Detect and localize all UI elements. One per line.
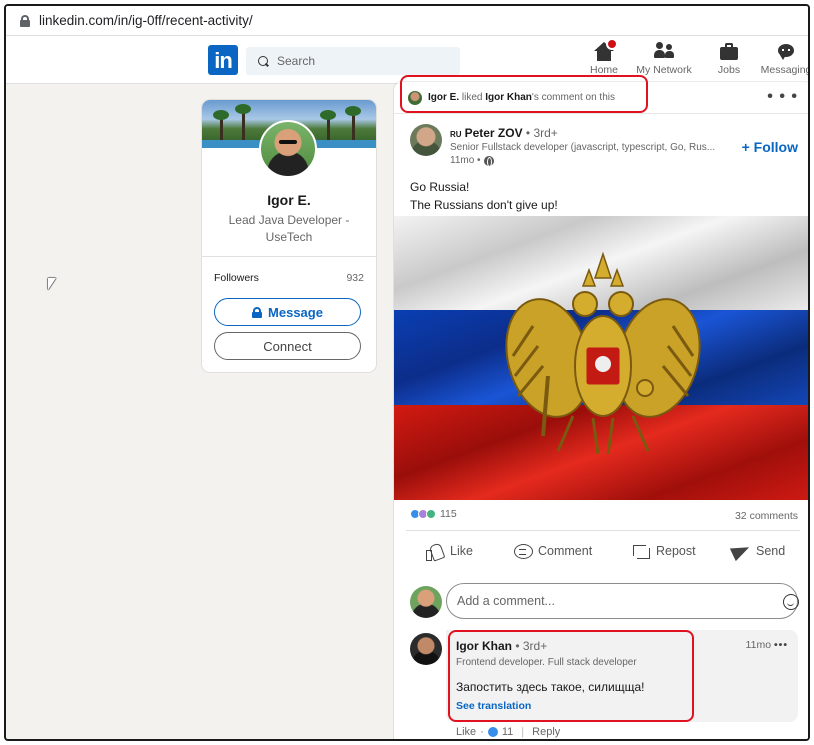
comment-more-icon[interactable]: ••• bbox=[774, 639, 788, 651]
profile-card: Igor E. Lead Java Developer - UseTech Fo… bbox=[202, 100, 376, 372]
lock-icon bbox=[252, 306, 263, 318]
send-label: Send bbox=[756, 544, 786, 558]
comment-icon bbox=[514, 542, 533, 560]
more-options-icon[interactable]: • • • bbox=[767, 88, 798, 106]
comment-like-button[interactable]: Like bbox=[456, 726, 476, 738]
profile-avatar[interactable] bbox=[259, 120, 317, 178]
followers-count: 932 bbox=[346, 272, 364, 284]
thumbs-up-icon bbox=[426, 542, 444, 561]
url-text[interactable]: linkedin.com/in/ig-0ff/recent-activity/ bbox=[39, 13, 253, 28]
comment-reply-button[interactable]: Reply bbox=[532, 726, 560, 738]
repost-button[interactable]: Repost bbox=[632, 542, 696, 560]
comments-count[interactable]: 32 comments bbox=[735, 510, 798, 522]
browser-window: linkedin.com/in/ig-0ff/recent-activity/ … bbox=[4, 4, 810, 741]
search-placeholder: Search bbox=[277, 54, 316, 68]
like-button[interactable]: Like bbox=[426, 542, 473, 561]
author-name[interactable]: Peter ZOV bbox=[465, 126, 523, 140]
notification-badge bbox=[606, 38, 618, 50]
comment-likes-count[interactable]: 11 bbox=[502, 726, 513, 738]
post-image[interactable] bbox=[394, 216, 808, 500]
separator-dot: · bbox=[480, 726, 484, 738]
nav-messaging[interactable]: Messaging bbox=[758, 42, 810, 76]
linkedin-logo-icon[interactable]: in bbox=[208, 45, 238, 75]
comment-label: Comment bbox=[538, 544, 593, 558]
annotation-box bbox=[448, 630, 694, 722]
address-bar[interactable]: linkedin.com/in/ig-0ff/recent-activity/ bbox=[6, 6, 808, 36]
comment-actions: Like · 11 | Reply bbox=[456, 726, 560, 738]
profile-name[interactable]: Igor E. bbox=[202, 192, 376, 208]
post-stats: 115 32 comments bbox=[394, 506, 808, 528]
reactions-count: 115 bbox=[440, 508, 457, 520]
divider bbox=[406, 530, 800, 531]
home-icon bbox=[593, 38, 618, 62]
like-label: Like bbox=[450, 544, 473, 558]
message-button[interactable]: Message bbox=[214, 298, 361, 326]
post-text-line: Go Russia! bbox=[410, 180, 470, 194]
network-icon bbox=[653, 42, 675, 62]
celebrate-reaction-icon bbox=[426, 509, 436, 519]
briefcase-icon bbox=[719, 42, 739, 62]
comment-time: 11mo ••• bbox=[746, 639, 788, 651]
post-time: 11mo • bbox=[450, 155, 494, 167]
nav-jobs-label: Jobs bbox=[717, 64, 741, 76]
search-input[interactable]: Search bbox=[246, 47, 460, 75]
like-reaction-icon bbox=[487, 727, 498, 737]
reactions-summary[interactable]: 115 bbox=[410, 508, 457, 520]
author-degree: • 3rd+ bbox=[522, 126, 558, 140]
flag-icon: RU bbox=[450, 130, 462, 139]
add-comment-row: Add a comment... bbox=[394, 582, 808, 622]
lock-icon bbox=[20, 14, 30, 27]
coat-of-arms-icon bbox=[505, 251, 701, 455]
message-button-label: Message bbox=[268, 304, 323, 320]
comment-button[interactable]: Comment bbox=[514, 542, 592, 560]
current-user-avatar[interactable] bbox=[410, 586, 442, 618]
follow-button[interactable]: + Follow bbox=[742, 139, 798, 155]
author-name-line[interactable]: RU Peter ZOV • 3rd+ bbox=[450, 126, 558, 140]
followers-label: Followers bbox=[214, 272, 259, 284]
send-button[interactable]: Send bbox=[732, 542, 785, 560]
mouse-cursor-icon bbox=[48, 278, 56, 290]
commenter-avatar[interactable] bbox=[410, 633, 442, 665]
repost-icon bbox=[632, 542, 650, 560]
comment-time-text: 11mo bbox=[745, 639, 772, 651]
nav-messaging-label: Messaging bbox=[760, 64, 810, 76]
add-comment-placeholder: Add a comment... bbox=[457, 594, 555, 608]
nav-jobs[interactable]: Jobs bbox=[709, 42, 749, 76]
post-time-text: 11mo • bbox=[450, 155, 481, 166]
post-actions: Like Comment Repost Send bbox=[394, 538, 808, 568]
emoji-icon[interactable] bbox=[783, 594, 799, 610]
add-comment-input[interactable]: Add a comment... bbox=[446, 583, 799, 619]
search-icon bbox=[258, 55, 269, 67]
nav-home[interactable]: Home bbox=[582, 38, 626, 76]
messaging-icon bbox=[777, 42, 795, 62]
annotation-box bbox=[400, 75, 648, 113]
nav-my-network[interactable]: My Network bbox=[634, 42, 694, 76]
profile-headline: Lead Java Developer - UseTech bbox=[228, 213, 350, 244]
post-text: Go Russia! The Russians don't give up! bbox=[410, 178, 558, 214]
author-headline: Senior Fullstack developer (javascript, … bbox=[450, 142, 716, 153]
connect-button[interactable]: Connect bbox=[214, 332, 361, 360]
nav-network-label: My Network bbox=[636, 64, 692, 76]
author-avatar[interactable] bbox=[410, 124, 442, 156]
post-text-line: The Russians don't give up! bbox=[410, 198, 558, 212]
divider bbox=[202, 256, 376, 257]
globe-icon bbox=[483, 155, 494, 167]
send-icon bbox=[732, 542, 750, 560]
separator: | bbox=[521, 726, 525, 738]
repost-label: Repost bbox=[656, 544, 696, 558]
